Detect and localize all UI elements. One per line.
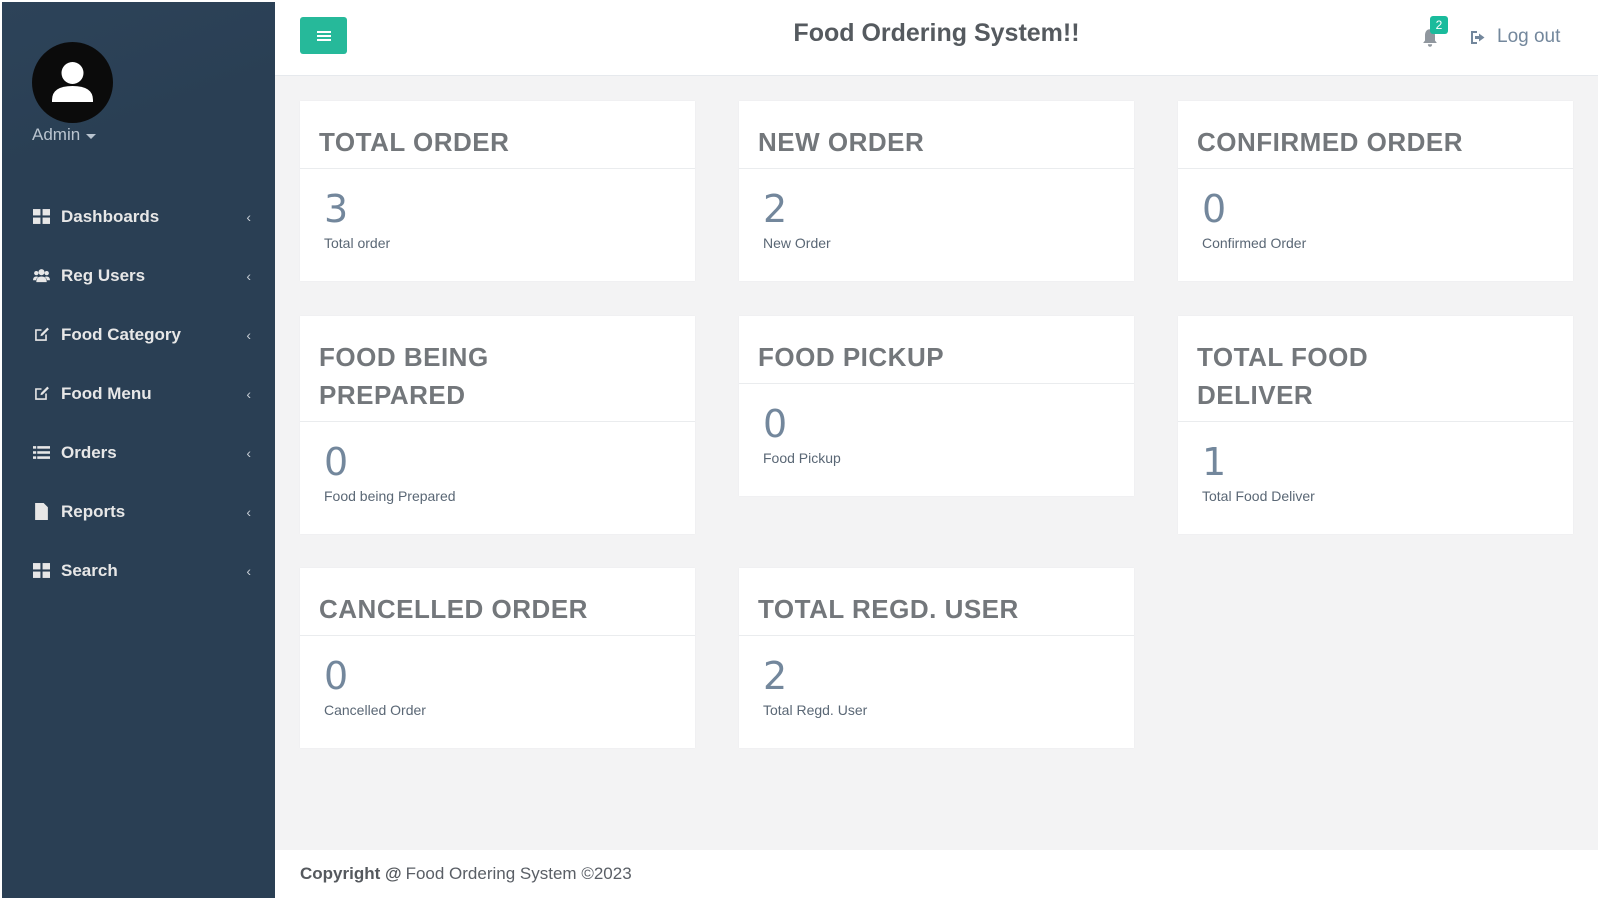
hamburger-icon <box>316 29 331 43</box>
sidebar-item-label: Search <box>61 560 118 580</box>
sidebar-item-label: Food Category <box>61 324 181 344</box>
file-icon <box>31 503 51 521</box>
card-subtitle: Confirmed Order <box>1202 235 1307 251</box>
list-icon <box>31 444 51 462</box>
card-body: 2 New Order <box>739 169 1134 251</box>
stat-card-cancelled-order: CANCELLED ORDER 0 Cancelled Order <box>300 568 695 748</box>
sidebar-item-label: Dashboards <box>61 206 160 226</box>
dashboard-grid-icon <box>31 562 51 580</box>
sidebar-item-label: Food Menu <box>61 383 152 403</box>
profile-panel: Admin <box>2 2 275 187</box>
notification-badge[interactable]: 2 <box>1430 16 1448 34</box>
chevron-left-icon: ‹ <box>246 562 251 579</box>
card-value: 2 <box>763 654 788 698</box>
sidebar-item-reports[interactable]: Reports ‹ <box>2 482 275 541</box>
card-title: NEW ORDER <box>739 101 1134 169</box>
chevron-left-icon: ‹ <box>246 503 251 520</box>
card-value: 0 <box>324 440 349 484</box>
card-body: 0 Food being Prepared <box>300 422 695 504</box>
top-bar: Food Ordering System!! 2 Log out <box>275 2 1598 76</box>
logout-label: Log out <box>1497 26 1561 47</box>
sidebar-item-food-category[interactable]: Food Category ‹ <box>2 305 275 364</box>
sidebar-item-dashboards[interactable]: Dashboards ‹ <box>2 187 275 246</box>
sidebar-item-label: Reg Users <box>61 265 146 285</box>
stat-card-total-food-deliver: TOTAL FOOD DELIVER 1 Total Food Deliver <box>1178 316 1573 534</box>
sidebar-item-orders[interactable]: Orders ‹ <box>2 423 275 482</box>
card-value: 0 <box>324 654 349 698</box>
card-title: CONFIRMED ORDER <box>1178 101 1573 169</box>
admin-dropdown[interactable]: Admin <box>32 125 97 145</box>
stat-card-new-order: NEW ORDER 2 New Order <box>739 101 1134 281</box>
card-title: TOTAL REGD. USER <box>739 568 1134 636</box>
sidebar-item-search[interactable]: Search ‹ <box>2 541 275 600</box>
stat-card-food-pickup: FOOD PICKUP 0 Food Pickup <box>739 316 1134 496</box>
users-icon <box>31 267 51 285</box>
admin-name: Admin <box>32 125 81 144</box>
card-body: 1 Total Food Deliver <box>1178 422 1573 504</box>
sidebar-item-label: Orders <box>61 442 117 462</box>
edit-icon <box>31 326 51 344</box>
card-value: 2 <box>763 187 788 231</box>
sign-out-icon <box>1471 30 1485 44</box>
card-title: TOTAL FOOD DELIVER <box>1197 342 1369 410</box>
edit-icon <box>31 385 51 403</box>
card-subtitle: Food being Prepared <box>324 488 456 504</box>
card-body: 0 Food Pickup <box>739 384 1134 466</box>
footer-text: Food Ordering System ©2023 <box>405 864 632 883</box>
chevron-left-icon: ‹ <box>246 326 251 343</box>
card-value: 1 <box>1202 440 1227 484</box>
sidebar-item-food-menu[interactable]: Food Menu ‹ <box>2 364 275 423</box>
card-subtitle: Total Regd. User <box>763 702 868 718</box>
page-title: Food Ordering System!! <box>793 19 1080 47</box>
chevron-left-icon: ‹ <box>246 267 251 284</box>
card-subtitle: New Order <box>763 235 831 251</box>
sidebar-item-label: Reports <box>61 501 126 521</box>
stat-card-total-order: TOTAL ORDER 3 Total order <box>300 101 695 281</box>
card-subtitle: Food Pickup <box>763 450 841 466</box>
card-value: 0 <box>1202 187 1227 231</box>
chevron-left-icon: ‹ <box>246 208 251 225</box>
chevron-left-icon: ‹ <box>246 444 251 461</box>
card-value: 3 <box>324 187 349 231</box>
copyright-label: Copyright @ <box>300 864 402 883</box>
card-title: TOTAL ORDER <box>300 101 695 169</box>
avatar[interactable] <box>32 42 113 123</box>
card-body: 3 Total order <box>300 169 695 251</box>
chevron-left-icon: ‹ <box>246 385 251 402</box>
card-subtitle: Total order <box>324 235 391 251</box>
sidebar-item-reg-users[interactable]: Reg Users ‹ <box>2 246 275 305</box>
stat-card-total-regd-user: TOTAL REGD. USER 2 Total Regd. User <box>739 568 1134 748</box>
card-body: 2 Total Regd. User <box>739 636 1134 718</box>
dashboard-grid-icon <box>31 208 51 226</box>
logout-link[interactable]: Log out <box>1470 26 1560 48</box>
card-title: FOOD BEING PREPARED <box>319 342 489 410</box>
user-silhouette-icon <box>52 62 93 102</box>
menu-toggle-button[interactable] <box>300 17 347 54</box>
card-title: FOOD PICKUP <box>739 316 1134 384</box>
card-title: CANCELLED ORDER <box>300 568 695 636</box>
card-body: 0 Confirmed Order <box>1178 169 1573 251</box>
card-subtitle: Cancelled Order <box>324 702 426 718</box>
card-subtitle: Total Food Deliver <box>1202 488 1315 504</box>
sidebar-nav: Dashboards ‹ Reg Users ‹ Food Category ‹… <box>2 187 275 600</box>
card-body: 0 Cancelled Order <box>300 636 695 718</box>
main-content: TOTAL ORDER 3 Total order NEW ORDER 2 Ne… <box>275 76 1598 850</box>
sidebar: Admin Dashboards ‹ Reg Users ‹ Food Cate… <box>2 2 275 898</box>
caret-down-icon <box>86 133 97 139</box>
stat-card-confirmed-order: CONFIRMED ORDER 0 Confirmed Order <box>1178 101 1573 281</box>
card-value: 0 <box>763 402 788 446</box>
stat-card-food-being-prepared: FOOD BEING PREPARED 0 Food being Prepare… <box>300 316 695 534</box>
footer: Copyright @ Food Ordering System ©2023 <box>275 850 1598 898</box>
